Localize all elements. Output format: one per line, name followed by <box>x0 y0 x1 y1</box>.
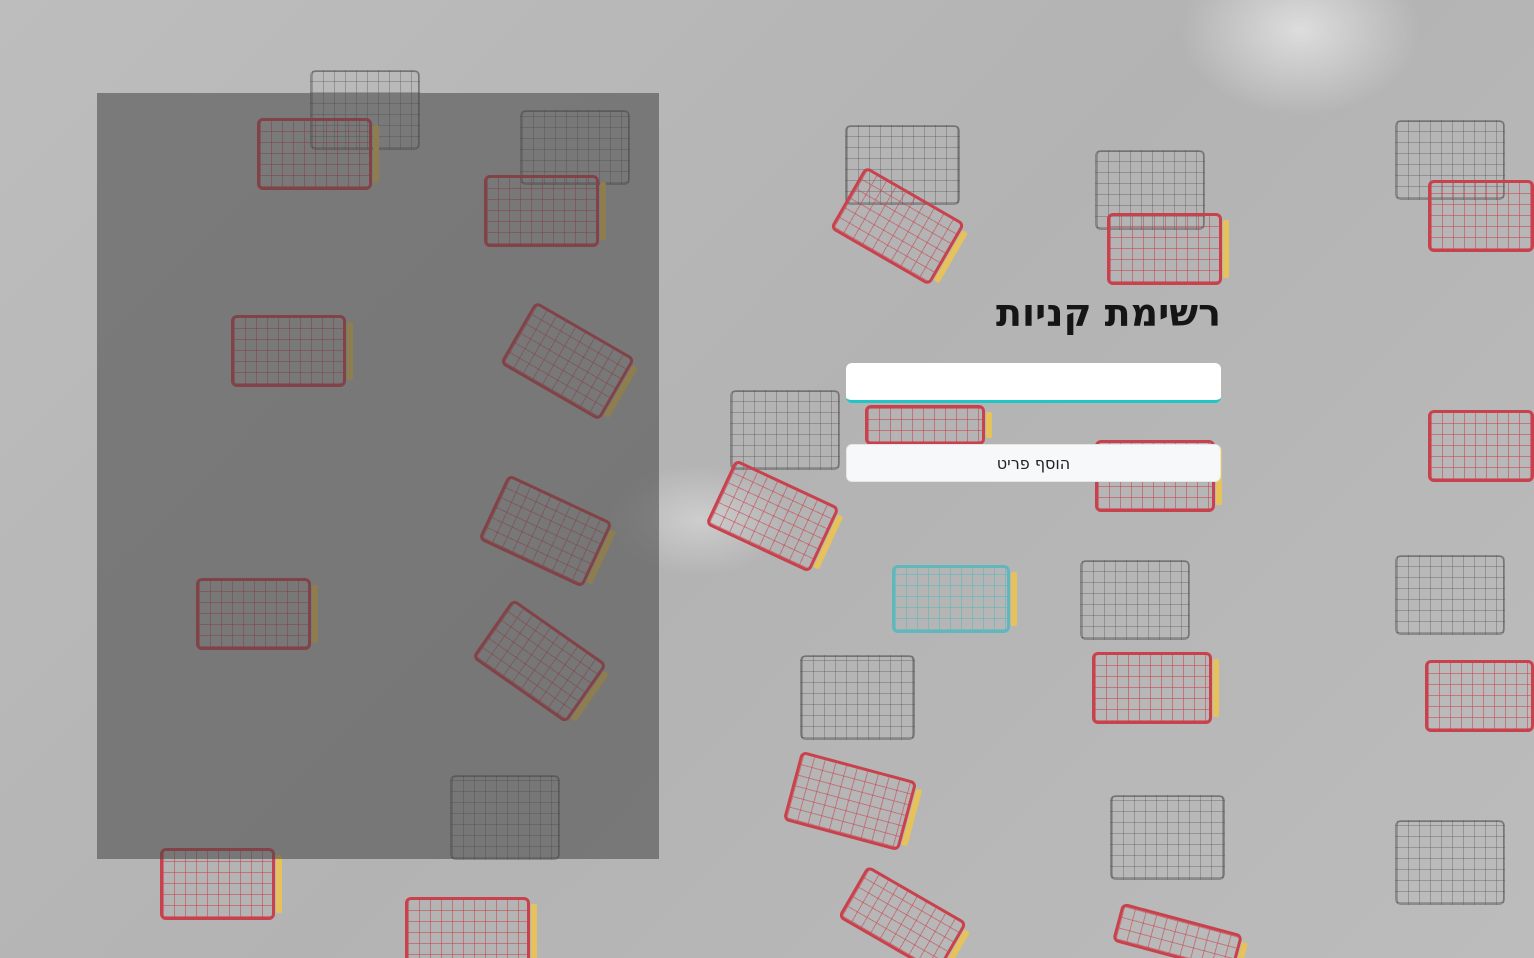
add-item-button[interactable]: הוסף פריט <box>846 444 1221 482</box>
cart-shadow-decoration <box>1110 795 1225 880</box>
cart-shadow-decoration <box>1080 560 1190 640</box>
cart-decoration-teal <box>892 565 1017 633</box>
cart-shadow-decoration <box>730 390 840 470</box>
left-overlay-panel <box>97 93 659 859</box>
cart-decoration <box>1428 410 1534 482</box>
cart-shadow-decoration <box>1395 555 1505 635</box>
cart-decoration <box>1428 180 1534 252</box>
cart-shadow-decoration <box>1395 820 1505 905</box>
cart-decoration <box>1111 902 1244 958</box>
cart-decoration <box>1425 660 1534 732</box>
cart-decoration <box>1092 652 1219 724</box>
cart-decoration <box>837 865 968 958</box>
page-title: רשימת קניות <box>996 291 1221 335</box>
item-input[interactable] <box>846 363 1221 403</box>
cart-decoration <box>1107 213 1229 285</box>
cart-decoration <box>782 750 918 852</box>
shopping-list-form: רשימת קניות הוסף פריט <box>846 290 1221 482</box>
cart-decoration <box>405 897 537 958</box>
cart-decoration <box>705 459 840 573</box>
cart-shadow-decoration <box>800 655 915 740</box>
